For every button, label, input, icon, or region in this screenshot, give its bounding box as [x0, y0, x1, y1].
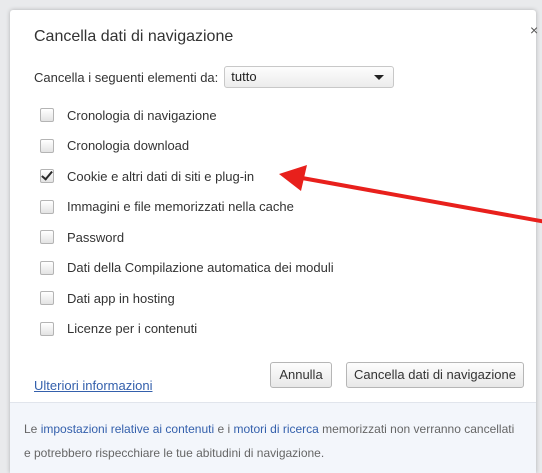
footer-text: Le: [24, 422, 41, 436]
footer-note: Le impostazioni relative ai contenuti e …: [24, 417, 524, 465]
checkbox[interactable]: [40, 291, 54, 306]
checkbox-item-browsing-history[interactable]: Cronologia di navigazione: [40, 100, 334, 131]
checkbox-checked[interactable]: [40, 168, 54, 184]
footer-text: e i: [214, 422, 234, 436]
cancel-button[interactable]: Annulla: [270, 362, 332, 388]
clear-browsing-data-button[interactable]: Cancella dati di navigazione: [346, 362, 524, 388]
checkbox-label: Cookie e altri dati di siti e plug-in: [67, 168, 255, 184]
checkbox-label: Dati della Compilazione automatica dei m…: [67, 260, 334, 276]
time-range-select[interactable]: tutto: [224, 66, 395, 88]
checkbox-label: Dati app in hosting: [67, 290, 175, 306]
checkbox-item-content-licenses[interactable]: Licenze per i contenuti: [40, 314, 334, 345]
checkbox-label: Password: [67, 229, 125, 245]
checkbox-item-cache[interactable]: Immagini e file memorizzati nella cache: [40, 192, 334, 223]
checkbox-item-download-history[interactable]: Cronologia download: [40, 131, 334, 162]
checkbox[interactable]: [40, 321, 54, 336]
checkbox-item-hosted-apps[interactable]: Dati app in hosting: [40, 283, 334, 314]
checkbox[interactable]: [40, 108, 54, 123]
time-range-row: Cancella i seguenti elementi da: tutto: [34, 66, 395, 88]
more-info-link[interactable]: Ulteriori informazioni: [34, 378, 152, 393]
dialog-title: Cancella dati di navigazione: [34, 28, 234, 45]
checkbox-label: Licenze per i contenuti: [67, 321, 198, 337]
checkbox-label: Immagini e file memorizzati nella cache: [67, 199, 294, 215]
checkbox[interactable]: [40, 199, 54, 214]
checkbox-item-autofill[interactable]: Dati della Compilazione automatica dei m…: [40, 253, 334, 284]
checkbox[interactable]: [40, 230, 54, 245]
time-range-label: Cancella i seguenti elementi da:: [34, 69, 219, 85]
content-settings-link[interactable]: impostazioni relative ai contenuti: [41, 422, 214, 436]
data-type-list: Cronologia di navigazione Cronologia dow…: [40, 100, 334, 344]
dialog-footer: Le impostazioni relative ai contenuti e …: [10, 402, 536, 473]
checkbox-label: Cronologia download: [67, 138, 190, 154]
checkbox-item-cookies[interactable]: Cookie e altri dati di siti e plug-in: [40, 161, 334, 192]
time-range-value: tutto: [231, 69, 257, 84]
checkmark-icon: [41, 168, 53, 181]
close-icon[interactable]: ×: [530, 22, 538, 38]
search-engines-link[interactable]: motori di ricerca: [233, 422, 318, 436]
checkbox-item-passwords[interactable]: Password: [40, 222, 334, 253]
checkbox[interactable]: [40, 260, 54, 275]
checkbox-label: Cronologia di navigazione: [67, 107, 217, 123]
clear-browsing-data-dialog: Cancella dati di navigazione × Cancella …: [10, 10, 538, 473]
chevron-down-icon: [374, 75, 385, 80]
checkbox[interactable]: [40, 138, 54, 153]
